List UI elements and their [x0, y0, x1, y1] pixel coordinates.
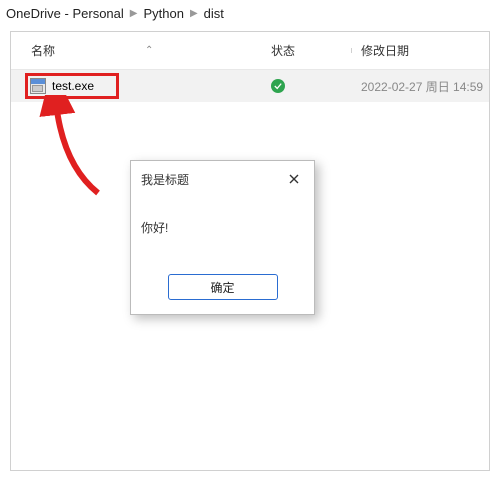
column-header-label: 状态 — [271, 44, 295, 58]
dialog-message-label: 你好! — [141, 221, 168, 235]
breadcrumb-item[interactable]: dist — [204, 6, 224, 21]
file-row[interactable]: test.exe 2022-02-27 周日 14:59 — [11, 70, 489, 102]
annotation-highlight: test.exe — [25, 73, 119, 99]
exe-file-icon — [30, 78, 46, 94]
column-header-name[interactable]: 名称 ⌃ — [11, 42, 271, 59]
message-dialog: 我是标题 你好! 确定 — [130, 160, 315, 315]
dialog-footer: 确定 — [131, 266, 314, 314]
dialog-body: 你好! — [131, 195, 314, 266]
file-date-cell: 2022-02-27 周日 14:59 — [361, 78, 489, 95]
close-icon — [289, 174, 299, 184]
dialog-title-label: 我是标题 — [141, 171, 189, 188]
ok-button[interactable]: 确定 — [168, 274, 278, 300]
file-status-cell — [271, 79, 361, 93]
file-name-cell[interactable]: test.exe — [11, 73, 271, 99]
close-button[interactable] — [284, 169, 304, 189]
column-header-label: 名称 — [31, 42, 55, 59]
column-header-label: 修改日期 — [361, 44, 409, 58]
synced-check-icon — [271, 79, 285, 93]
column-header-row: 名称 ⌃ 状态 修改日期 — [11, 32, 489, 70]
breadcrumb[interactable]: OneDrive - Personal ▶ Python ▶ dist — [0, 0, 500, 27]
column-header-date[interactable]: 修改日期 — [361, 42, 489, 59]
breadcrumb-item[interactable]: OneDrive - Personal — [6, 6, 124, 21]
file-name-label: test.exe — [52, 79, 94, 93]
breadcrumb-item[interactable]: Python — [143, 6, 183, 21]
file-date-label: 2022-02-27 周日 14:59 — [361, 80, 483, 94]
column-header-status[interactable]: 状态 — [271, 42, 361, 59]
dialog-titlebar[interactable]: 我是标题 — [131, 161, 314, 195]
chevron-right-icon: ▶ — [190, 8, 198, 19]
sort-caret-icon: ⌃ — [145, 45, 153, 56]
chevron-right-icon: ▶ — [130, 8, 138, 19]
